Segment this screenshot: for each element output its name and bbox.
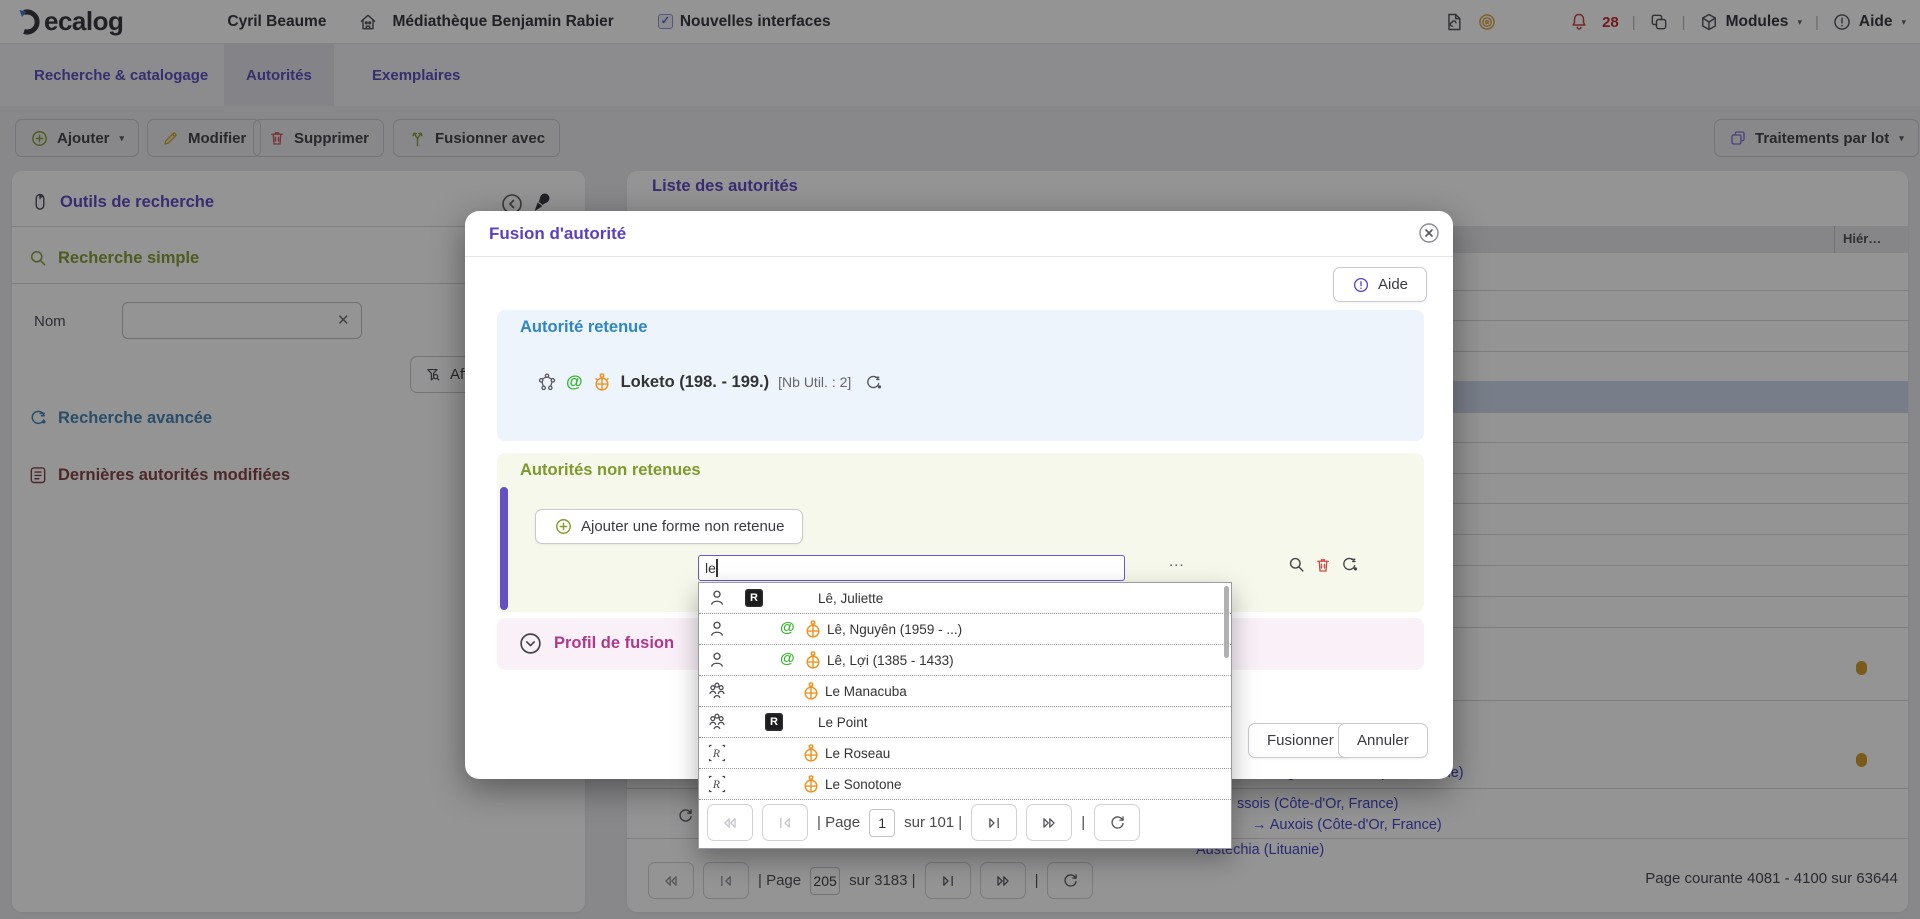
last-page-button[interactable] <box>1026 804 1072 841</box>
at-sign-icon: @ <box>566 372 583 392</box>
step-forward-icon <box>984 813 1004 833</box>
next-page-button[interactable] <box>971 804 1017 841</box>
rejected-form-badge: R <box>765 713 783 731</box>
add-non-retained-form-button[interactable]: Ajouter une forme non retenue <box>535 509 803 544</box>
suggestion-row[interactable]: R Le Roseau <box>699 738 1231 769</box>
suggestion-row[interactable]: @ Lê, Nguyên (1959 - ...) <box>699 614 1231 645</box>
usage-count-label: [Nb Util. : 2] <box>778 374 851 390</box>
page-number-input[interactable] <box>869 809 895 837</box>
orb-icon <box>803 650 823 670</box>
reload-entry-icon[interactable] <box>864 373 883 392</box>
orb-icon <box>801 681 821 701</box>
close-icon[interactable] <box>1417 221 1441 245</box>
orb-icon <box>801 743 821 763</box>
suggestion-row[interactable]: R Lê, Juliette <box>699 583 1231 614</box>
merge-profile-header[interactable]: Profil de fusion <box>518 631 674 656</box>
svg-text:R: R <box>712 778 720 791</box>
page-total-label: sur 101 | <box>904 814 962 831</box>
non-retained-search-input[interactable] <box>698 555 1125 581</box>
svg-text:R: R <box>712 747 720 760</box>
orb-icon <box>801 774 821 794</box>
step-back-icon <box>775 813 795 833</box>
person-icon <box>707 650 727 670</box>
person-icon <box>707 588 727 608</box>
person-icon <box>707 619 727 639</box>
text-caret <box>716 559 718 577</box>
work-title-icon: R <box>707 774 727 794</box>
first-page-button[interactable] <box>707 804 753 841</box>
group-icon <box>707 712 727 732</box>
trash-icon[interactable] <box>1314 556 1332 574</box>
orb-icon <box>592 372 612 392</box>
separator: | <box>1081 814 1085 831</box>
orb-icon <box>803 619 823 639</box>
work-title-icon: R <box>707 743 727 763</box>
suggestion-row[interactable]: R Le Point <box>699 707 1231 738</box>
retained-entry-label: Loketo (198. - 199.) <box>621 373 770 392</box>
suggestion-row[interactable]: Le Manacuba <box>699 676 1231 707</box>
group-icon <box>707 681 727 701</box>
at-sign-icon: @ <box>780 619 795 636</box>
dropdown-pagination: | Page sur 101 | | <box>707 804 1140 841</box>
rewind-icon <box>720 813 740 833</box>
divider <box>465 256 1453 257</box>
retained-authority-entry: @ Loketo (198. - 199.) [Nb Util. : 2] <box>537 372 883 392</box>
more-options-button[interactable]: ... <box>1169 553 1185 570</box>
prev-page-button[interactable] <box>762 804 808 841</box>
chevron-down-circle-icon[interactable] <box>518 631 543 656</box>
cancel-button[interactable]: Annuler <box>1338 723 1428 758</box>
suggestion-row[interactable]: @ Lê, Lợi (1385 - 1433) <box>699 645 1231 676</box>
at-sign-icon: @ <box>780 650 795 667</box>
modal-help-button[interactable]: Aide <box>1333 267 1427 302</box>
hierarchy-icon <box>537 372 557 392</box>
refresh-icon <box>1108 813 1127 832</box>
fast-forward-icon <box>1039 813 1059 833</box>
retained-section-title: Autorité retenue <box>520 318 647 337</box>
reload-entry-icon[interactable] <box>1340 555 1359 574</box>
page-label: | Page <box>817 814 860 831</box>
info-circle-icon <box>1352 276 1370 294</box>
plus-circle-icon <box>554 517 573 536</box>
merge-button[interactable]: Fusionner <box>1248 723 1353 758</box>
non-retained-section-title: Autorités non retenues <box>520 461 701 480</box>
authority-suggestions-dropdown: R Lê, Juliette @ Lê, Nguyên (1959 - ...)… <box>698 582 1232 849</box>
merge-profile-title: Profil de fusion <box>554 634 674 653</box>
active-row-indicator <box>500 487 508 610</box>
retained-authority-panel: Autorité retenue @ Loketo (198. - 199.) … <box>497 310 1424 441</box>
search-icon[interactable] <box>1287 555 1306 574</box>
rejected-form-badge: R <box>745 589 763 607</box>
modal-title: Fusion d'autorité <box>489 224 626 244</box>
reload-list-button[interactable] <box>1094 804 1140 841</box>
entry-action-icons <box>1287 555 1359 574</box>
suggestion-row[interactable]: R Le Sonotone <box>699 769 1231 800</box>
scrollbar-thumb[interactable] <box>1224 586 1229 658</box>
